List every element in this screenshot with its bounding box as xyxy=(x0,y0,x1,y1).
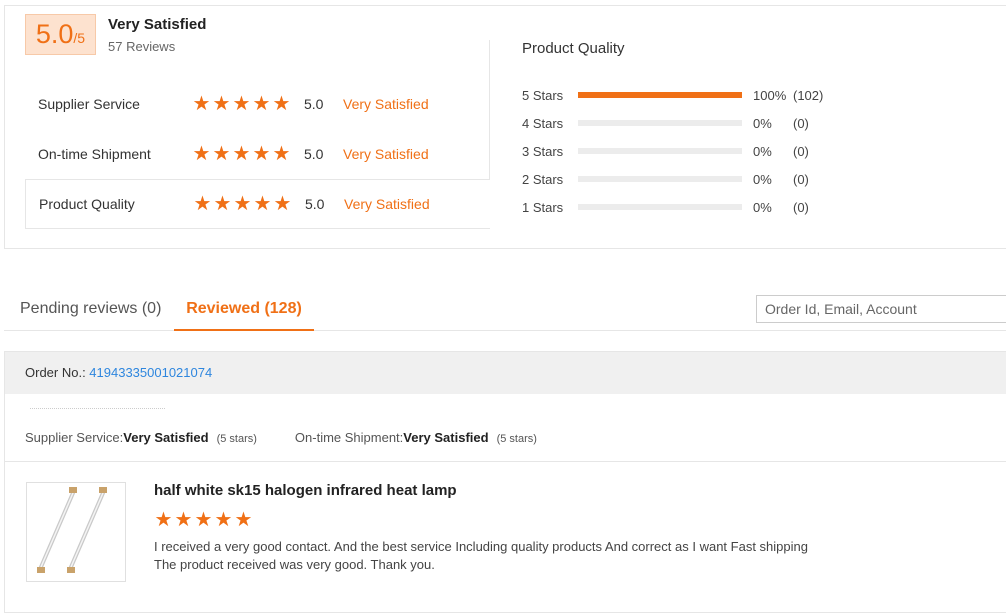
star-icon: ★ xyxy=(193,192,212,215)
distribution-percent: 0% xyxy=(753,171,772,187)
supplier-service-value: Very Satisfied xyxy=(123,430,209,445)
distribution-bar-fill xyxy=(578,92,742,98)
product-thumbnail[interactable] xyxy=(26,482,126,582)
distribution-bar xyxy=(578,120,742,126)
star-icon: ★ xyxy=(272,92,291,115)
star-icon: ★ xyxy=(194,509,213,531)
product-title[interactable]: half white sk15 halogen infrared heat la… xyxy=(154,482,457,499)
distribution-row: 1 Stars 0% (0) xyxy=(522,199,809,215)
star-icon: ★ xyxy=(234,509,253,531)
distribution-bar xyxy=(578,204,742,210)
search-input[interactable] xyxy=(756,295,1006,323)
overall-rating-title: Very Satisfied xyxy=(108,16,207,33)
star-icon: ★ xyxy=(272,142,291,165)
shipment-stars: (5 stars) xyxy=(496,433,537,445)
divider xyxy=(5,461,1006,462)
distribution-percent: 0% xyxy=(753,143,772,159)
distribution-label: 3 Stars xyxy=(522,143,564,159)
star-icon: ★ xyxy=(252,92,271,115)
distribution-bar xyxy=(578,176,742,182)
overall-score: 5.0 xyxy=(35,19,74,49)
distribution-label: 2 Stars xyxy=(522,171,564,187)
overall-score-suffix: /5 xyxy=(73,30,86,46)
divider xyxy=(489,40,490,180)
metric-row-product-quality[interactable]: Product Quality ★ ★ ★ ★ ★ 5.0 Very Satis… xyxy=(25,179,490,229)
star-icon: ★ xyxy=(232,142,251,165)
metric-label: Supplier Service xyxy=(38,96,140,112)
distribution-percent: 0% xyxy=(753,115,772,131)
star-icon: ★ xyxy=(233,192,252,215)
metric-score: 5.0 xyxy=(304,146,324,162)
star-icon: ★ xyxy=(252,142,271,165)
distribution-count: (0) xyxy=(793,115,809,131)
distribution-label: 4 Stars xyxy=(522,115,564,131)
metric-row-on-time-shipment[interactable]: On-time Shipment ★ ★ ★ ★ ★ 5.0 Very Sati… xyxy=(25,129,490,179)
supplier-service-stars: (5 stars) xyxy=(216,433,257,445)
star-icon: ★ xyxy=(192,142,211,165)
distribution-count: (0) xyxy=(793,143,809,159)
rating-summary-card: 5.0 /5 Very Satisfied 57 Reviews Supplie… xyxy=(4,5,1006,249)
order-sub-ratings: Supplier Service: Very Satisfied (5 star… xyxy=(25,430,537,445)
distribution-row: 2 Stars 0% (0) xyxy=(522,171,809,187)
star-icon: ★ xyxy=(273,192,292,215)
review-text: I received a very good contact. And the … xyxy=(154,539,808,572)
star-icon: ★ xyxy=(214,509,233,531)
star-icon: ★ xyxy=(212,92,231,115)
divider xyxy=(30,408,165,409)
star-icon: ★ xyxy=(212,142,231,165)
distribution-percent: 100% xyxy=(753,87,787,103)
tab-pending-reviews[interactable]: Pending reviews (0) xyxy=(20,287,161,331)
star-icon: ★ xyxy=(154,509,173,531)
metric-score: 5.0 xyxy=(305,196,325,212)
product-quality-title: Product Quality xyxy=(522,40,625,57)
star-icon: ★ xyxy=(192,92,211,115)
distribution-count: (0) xyxy=(793,171,809,187)
review-rating-stars: ★ ★ ★ ★ ★ xyxy=(154,509,253,531)
order-number-link[interactable]: 41943335001021074 xyxy=(89,365,212,380)
overall-score-badge: 5.0 /5 xyxy=(25,14,96,55)
metric-stars: ★ ★ ★ ★ ★ xyxy=(192,92,304,115)
distribution-count: (102) xyxy=(793,87,824,103)
supplier-service-label: Supplier Service: xyxy=(25,430,124,445)
metric-label: On-time Shipment xyxy=(38,146,151,162)
overall-reviews-count: 57 Reviews xyxy=(108,39,176,54)
heat-lamp-image xyxy=(37,487,107,573)
distribution-count: (0) xyxy=(793,199,809,215)
metric-text: Very Satisfied xyxy=(343,96,429,112)
order-header: Order No.: 41943335001021074 xyxy=(5,352,1006,394)
metric-label: Product Quality xyxy=(39,196,135,212)
metric-score: 5.0 xyxy=(304,96,324,112)
shipment-label: On-time Shipment: xyxy=(294,430,404,445)
distribution-bar xyxy=(578,148,742,154)
metric-text: Very Satisfied xyxy=(344,196,430,212)
metric-stars: ★ ★ ★ ★ ★ xyxy=(193,192,305,215)
star-icon: ★ xyxy=(253,192,272,215)
metric-text: Very Satisfied xyxy=(343,146,429,162)
distribution-label: 1 Stars xyxy=(522,199,564,215)
star-icon: ★ xyxy=(174,509,193,531)
distribution-row: 5 Stars 100% (102) xyxy=(522,87,823,103)
review-card: Order No.: 41943335001021074 Supplier Se… xyxy=(4,351,1006,613)
distribution-bar xyxy=(578,92,742,98)
metric-row-supplier-service[interactable]: Supplier Service ★ ★ ★ ★ ★ 5.0 Very Sati… xyxy=(25,79,490,129)
shipment-value: Very Satisfied xyxy=(403,430,489,445)
metric-stars: ★ ★ ★ ★ ★ xyxy=(192,142,304,165)
star-icon: ★ xyxy=(232,92,251,115)
distribution-label: 5 Stars xyxy=(522,87,564,103)
distribution-row: 3 Stars 0% (0) xyxy=(522,143,809,159)
distribution-row: 4 Stars 0% (0) xyxy=(522,115,809,131)
order-label: Order No.: xyxy=(25,365,90,380)
distribution-percent: 0% xyxy=(753,199,772,215)
tab-reviewed[interactable]: Reviewed (128) xyxy=(174,287,314,331)
star-icon: ★ xyxy=(213,192,232,215)
